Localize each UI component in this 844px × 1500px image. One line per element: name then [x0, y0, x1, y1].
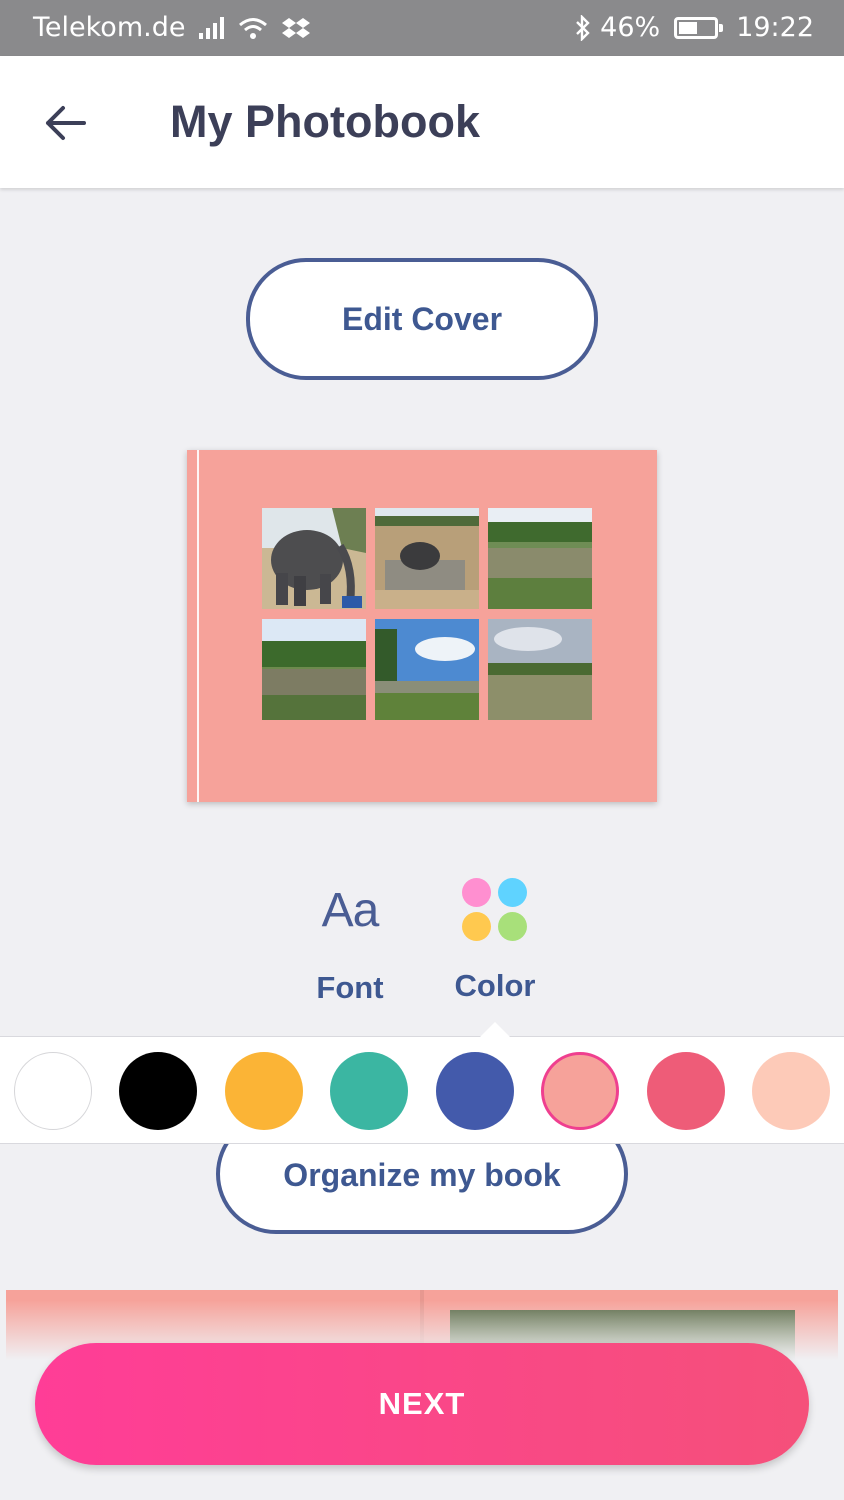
photo-field	[375, 619, 479, 720]
selected-tool-caret	[480, 1022, 510, 1037]
color-label: Color	[454, 968, 536, 1003]
photo-meadow	[488, 619, 592, 720]
color-tool-button[interactable]: Color	[440, 876, 550, 1004]
next-button[interactable]: NEXT	[35, 1343, 809, 1465]
color-swatch-coral[interactable]	[647, 1052, 725, 1130]
edit-cover-button[interactable]: Edit Cover	[246, 258, 598, 380]
carrier-label: Telekom.de	[33, 12, 186, 43]
bluetooth-icon	[576, 14, 590, 41]
book-spine	[197, 450, 199, 802]
wifi-icon	[239, 17, 268, 39]
font-tool-button[interactable]: Aa Font	[300, 876, 400, 1006]
battery-percent: 46%	[600, 12, 661, 43]
color-swatch-blue[interactable]	[436, 1052, 514, 1130]
status-bar: Telekom.de 46% 19:22	[0, 0, 844, 56]
signal-icon	[199, 16, 225, 39]
photo-elephant	[262, 508, 366, 609]
back-button[interactable]	[38, 96, 92, 150]
photo-elephant-pool	[375, 508, 479, 609]
app-header: My Photobook	[0, 56, 844, 188]
photo-lake	[262, 619, 366, 720]
color-palette-icon	[462, 878, 528, 944]
color-swatch-white[interactable]	[14, 1052, 92, 1130]
color-palette	[0, 1036, 844, 1144]
dropbox-icon	[282, 17, 311, 38]
arrow-left-icon	[46, 106, 86, 140]
page-title: My Photobook	[170, 96, 480, 147]
font-icon: Aa	[321, 884, 380, 937]
color-swatch-peach[interactable]	[752, 1052, 830, 1130]
color-swatch-black[interactable]	[119, 1052, 197, 1130]
clock: 19:22	[736, 12, 814, 43]
photo-pond	[488, 508, 592, 609]
battery-icon	[674, 16, 724, 39]
color-swatch-teal[interactable]	[330, 1052, 408, 1130]
font-label: Font	[316, 970, 384, 1005]
color-swatch-yellow[interactable]	[225, 1052, 303, 1130]
color-swatch-salmon-selected[interactable]	[541, 1052, 619, 1130]
book-cover-preview[interactable]	[187, 450, 657, 802]
